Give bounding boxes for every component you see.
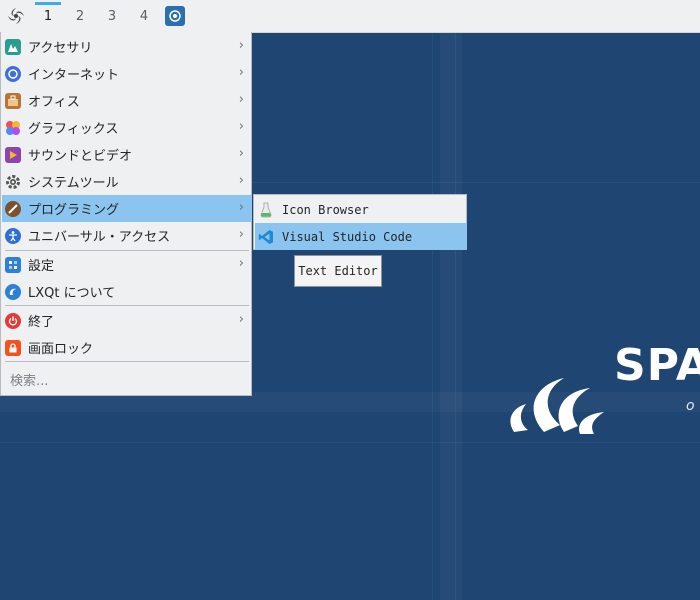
submenu-item-vscode[interactable]: Visual Studio Code: [255, 223, 467, 250]
submenu-item-icon-browser[interactable]: Icon Browser: [255, 196, 467, 223]
workspace-2[interactable]: 2: [64, 0, 96, 32]
distro-logo-icon: [510, 378, 604, 434]
icon-browser-icon: [258, 202, 274, 218]
menu-search-input[interactable]: 検索...: [2, 366, 252, 393]
tooltip: Text Editor: [294, 255, 382, 287]
chevron-right-icon: ›: [238, 65, 244, 80]
menu-item-about-lxqt[interactable]: LXQt について: [2, 278, 252, 305]
menu-item-system-tools[interactable]: システムツール ›: [2, 168, 252, 195]
chevron-right-icon: ›: [238, 256, 244, 271]
internet-icon: [5, 65, 21, 82]
distro-logo-text: SPA: [614, 340, 700, 391]
menu-item-label: 設定: [28, 259, 55, 274]
lock-icon: [5, 339, 21, 356]
menu-separator: [5, 361, 249, 362]
workspace-4[interactable]: 4: [128, 0, 160, 32]
menu-item-label: 画面ロック: [28, 342, 94, 357]
system-tools-icon: [5, 174, 21, 190]
chevron-right-icon: ›: [238, 38, 244, 53]
menu-item-label: インターネット: [28, 68, 120, 83]
menu-item-label: グラフィックス: [28, 122, 119, 137]
menu-item-internet[interactable]: インターネット ›: [2, 60, 252, 87]
menu-separator: [5, 305, 249, 306]
menu-item-accessories[interactable]: アクセサリ ›: [2, 33, 252, 60]
distro-logo-subtext: o: [686, 398, 695, 414]
main-menu-button[interactable]: [0, 0, 32, 32]
chevron-right-icon: ›: [238, 92, 244, 107]
accessories-icon: [5, 38, 21, 55]
menu-item-label: システムツール: [28, 176, 119, 191]
menu-item-accessibility[interactable]: ユニバーサル・アクセス ›: [2, 222, 252, 249]
menu-item-label: プログラミング: [28, 203, 120, 218]
vscode-icon: [258, 229, 274, 245]
chevron-right-icon: ›: [238, 119, 244, 134]
menu-item-leave[interactable]: 終了 ›: [2, 307, 252, 334]
menu-item-graphics[interactable]: グラフィックス ›: [2, 114, 252, 141]
menu-item-label: 終了: [28, 315, 55, 330]
workspace-1[interactable]: 1: [32, 0, 64, 32]
application-menu: アクセサリ › インターネット › オフィス › グラフィックス › サウンドと…: [0, 32, 252, 396]
swirl-menu-icon: [8, 8, 24, 24]
chevron-right-icon: ›: [238, 173, 244, 188]
multimedia-icon: [5, 146, 21, 163]
chevron-right-icon: ›: [238, 200, 244, 215]
menu-item-label: ユニバーサル・アクセス: [28, 230, 171, 245]
menu-item-settings[interactable]: 設定 ›: [2, 251, 252, 278]
programming-icon: [5, 200, 21, 217]
office-icon: [5, 92, 21, 109]
menu-item-label: サウンドとビデオ: [28, 149, 133, 164]
about-lxqt-icon: [5, 283, 21, 300]
programming-submenu: Icon Browser Visual Studio Code: [253, 194, 467, 250]
menu-item-label: オフィス: [28, 95, 80, 110]
submenu-item-label: Icon Browser: [282, 202, 369, 217]
menu-item-programming[interactable]: プログラミング ›: [2, 195, 252, 222]
graphics-icon: [5, 120, 21, 136]
menu-item-multimedia[interactable]: サウンドとビデオ ›: [2, 141, 252, 168]
taskbar: 1 2 3 4: [0, 0, 700, 33]
settings-icon: [5, 256, 21, 273]
accessibility-icon: [5, 227, 21, 244]
menu-item-lock-screen[interactable]: 画面ロック: [2, 334, 252, 361]
submenu-item-label: Visual Studio Code: [282, 229, 413, 244]
power-icon: [5, 312, 21, 329]
taskbar-app-button[interactable]: [160, 0, 190, 32]
chevron-right-icon: ›: [238, 312, 244, 327]
distro-app-icon: [165, 6, 185, 26]
menu-item-office[interactable]: オフィス ›: [2, 87, 252, 114]
chevron-right-icon: ›: [238, 227, 244, 242]
workspace-3[interactable]: 3: [96, 0, 128, 32]
chevron-right-icon: ›: [238, 146, 244, 161]
menu-item-label: LXQt について: [28, 286, 116, 301]
menu-item-label: アクセサリ: [28, 41, 93, 56]
